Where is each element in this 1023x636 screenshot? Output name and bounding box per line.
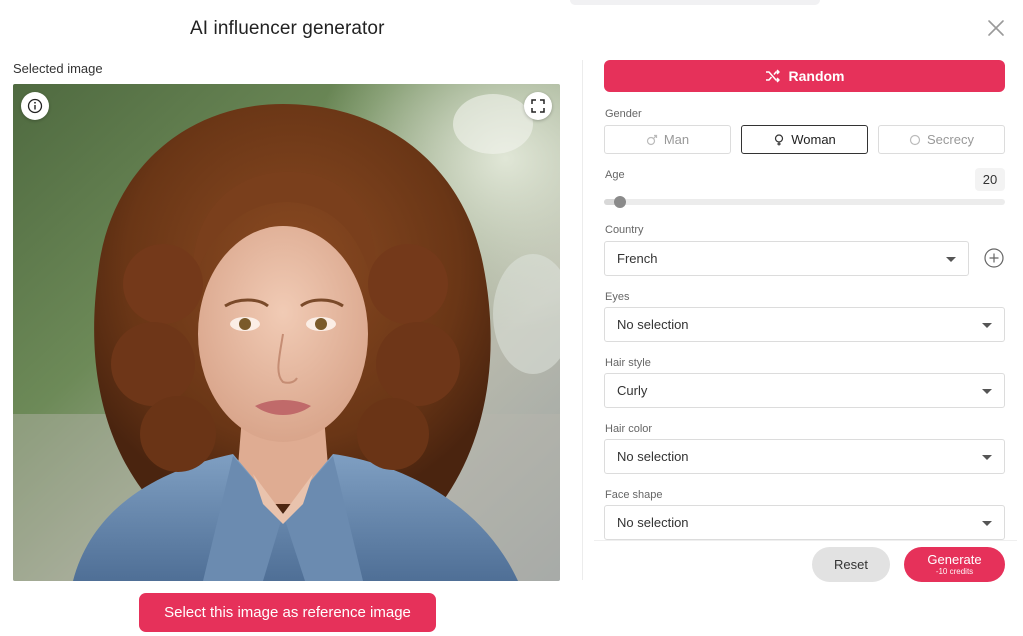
country-label: Country	[605, 224, 644, 236]
random-label: Random	[788, 68, 845, 84]
shuffle-icon	[765, 69, 780, 83]
generate-label: Generate	[927, 551, 982, 567]
footer-divider	[594, 540, 1017, 541]
close-icon	[988, 20, 1004, 36]
gender-label: Gender	[605, 108, 642, 120]
selected-image	[13, 84, 560, 581]
eyes-value: No selection	[617, 317, 689, 332]
selected-image-label: Selected image	[13, 61, 103, 76]
add-country-button[interactable]	[983, 247, 1005, 269]
hair-color-label: Hair color	[605, 423, 653, 435]
circle-icon	[909, 134, 921, 145]
portrait-photo	[13, 84, 560, 581]
top-edge-shadow	[570, 0, 820, 5]
reset-button[interactable]: Reset	[812, 547, 890, 582]
face-shape-value: No selection	[617, 515, 689, 530]
select-reference-image-button[interactable]: Select this image as reference image	[139, 593, 436, 632]
hair-style-label: Hair style	[605, 357, 651, 369]
panel-divider	[582, 60, 583, 580]
age-slider-track	[604, 199, 1005, 205]
gender-options: Man Woman Secrecy	[604, 125, 1005, 154]
gender-man-label: Man	[663, 132, 690, 147]
chevron-down-icon	[982, 455, 992, 460]
fullscreen-icon	[531, 99, 545, 113]
gender-man-option[interactable]: Man	[604, 125, 731, 154]
random-button[interactable]: Random	[604, 60, 1005, 92]
age-slider[interactable]	[604, 196, 1005, 208]
image-fullscreen-button[interactable]	[524, 92, 552, 120]
dialog-title: AI influencer generator	[190, 18, 385, 39]
face-shape-label: Face shape	[605, 489, 663, 501]
gender-secrecy-label: Secrecy	[927, 132, 974, 147]
image-info-button[interactable]	[21, 92, 49, 120]
age-value: 20	[975, 168, 1005, 191]
country-value: French	[617, 251, 658, 266]
female-icon	[775, 133, 784, 145]
info-icon	[27, 98, 43, 114]
age-slider-handle[interactable]	[614, 196, 627, 208]
chevron-down-icon	[982, 389, 992, 394]
gender-woman-label: Woman	[791, 132, 836, 147]
generator-form: Random Gender Man Woman Secrecy Age 20 C…	[604, 60, 1005, 540]
hair-style-select[interactable]: Curly	[604, 373, 1005, 408]
eyes-select[interactable]: No selection	[604, 307, 1005, 342]
gender-secrecy-option[interactable]: Secrecy	[878, 125, 1005, 154]
gender-woman-option[interactable]: Woman	[741, 125, 868, 154]
hair-color-select[interactable]: No selection	[604, 439, 1005, 474]
generate-button[interactable]: Generate -10 credits	[904, 547, 1005, 582]
age-label: Age	[605, 169, 625, 181]
hair-style-value: Curly	[617, 383, 648, 398]
eyes-label: Eyes	[605, 291, 630, 303]
plus-circle-icon	[984, 248, 1004, 268]
generate-credits: -10 credits	[935, 566, 974, 576]
close-button[interactable]	[984, 16, 1008, 40]
hair-color-value: No selection	[617, 449, 689, 464]
male-icon	[646, 134, 657, 145]
chevron-down-icon	[982, 323, 992, 328]
face-shape-select[interactable]: No selection	[604, 505, 1005, 540]
country-select[interactable]: French	[604, 241, 969, 276]
chevron-down-icon	[946, 257, 956, 262]
chevron-down-icon	[982, 521, 992, 526]
